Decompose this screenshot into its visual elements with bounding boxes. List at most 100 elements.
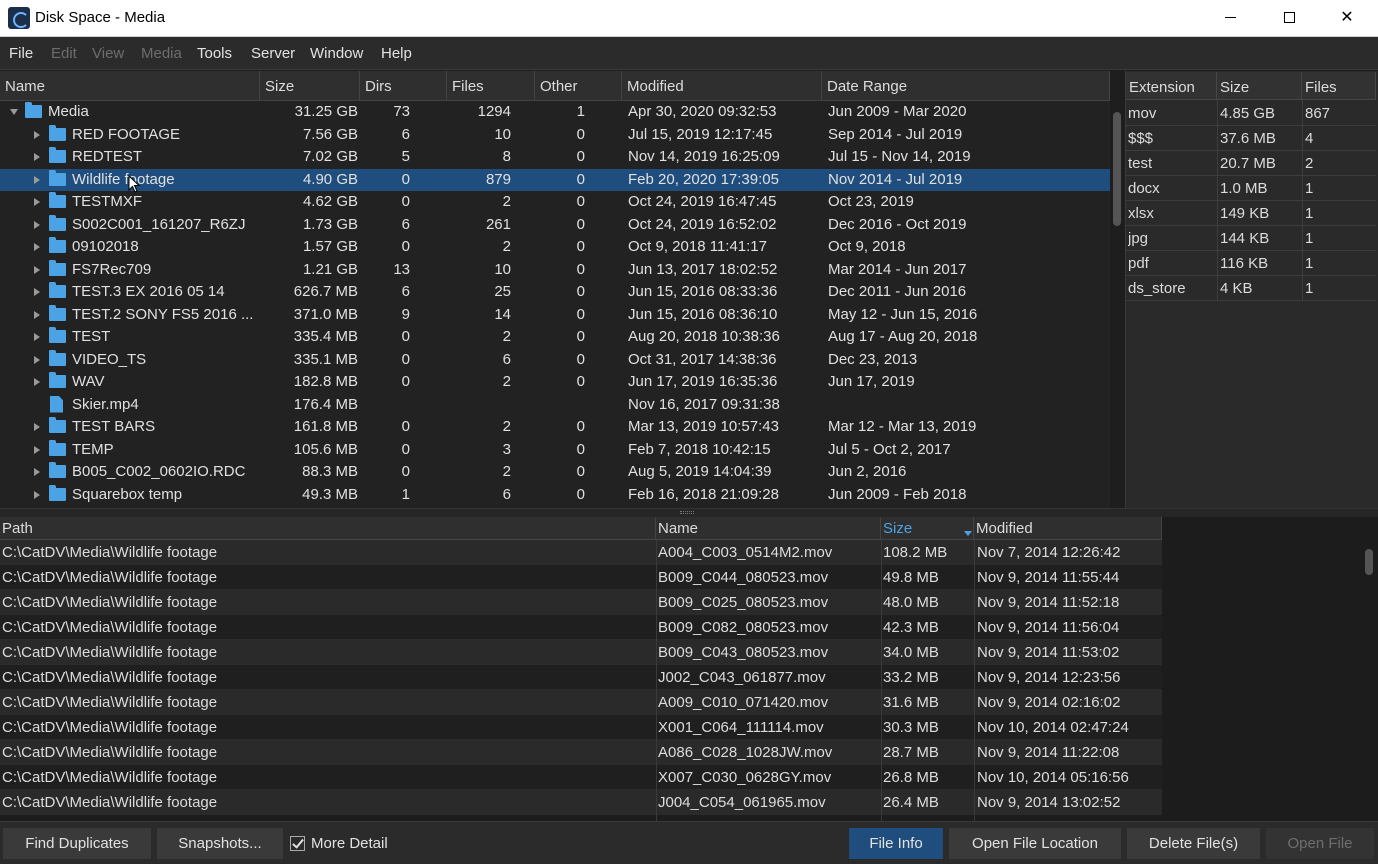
- minimize-button[interactable]: [1201, 0, 1259, 36]
- file-row[interactable]: C:\CatDV\Media\Wildlife footage A086_C028…: [0, 740, 1162, 765]
- tree-cell-other: 0: [576, 125, 585, 143]
- tree-cell-date-range: Aug 17 - Aug 20, 2018: [828, 328, 978, 345]
- expand-arrow-icon[interactable]: [34, 423, 40, 431]
- tree-row[interactable]: Skier.mp4 176.4 MB Nov 16, 2017 09:31:38: [0, 394, 1110, 417]
- expand-arrow-icon[interactable]: [34, 153, 40, 161]
- expand-arrow-icon[interactable]: [34, 243, 40, 251]
- extension-row[interactable]: ds_store 4 KB 1: [1126, 276, 1376, 301]
- tree-row[interactable]: WAV 182.8 MB 0 2 0 Jun 17, 2019 16:35:36 Jun 1…: [0, 371, 1110, 394]
- menu-tools[interactable]: Tools: [197, 45, 232, 62]
- tree-row[interactable]: Squarebox temp 49.3 MB 1 6 0 Feb 16, 2018 21:…: [0, 484, 1110, 507]
- file-row[interactable]: C:\CatDV\Media\Wildlife footage J004_C054…: [0, 790, 1162, 815]
- file-row[interactable]: C:\CatDV\Media\Wildlife footage X001_C064…: [0, 715, 1162, 740]
- delete-files-button[interactable]: Delete File(s): [1126, 827, 1261, 860]
- tree-row[interactable]: RED FOOTAGE 7.56 GB 6 10 0 Jul 15, 2019 12:17…: [0, 124, 1110, 147]
- column-header-other[interactable]: Other: [535, 71, 622, 101]
- tree-row[interactable]: S002C001_161207_R6ZJ 1.73 GB 6 261 0 Oct 24, …: [0, 214, 1110, 237]
- extension-row[interactable]: docx 1.0 MB 1: [1126, 176, 1376, 201]
- tree-row[interactable]: 09102018 1.57 GB 0 2 0 Oct 9, 2018 11:41:17 Oc…: [0, 236, 1110, 259]
- extension-row[interactable]: jpg 144 KB 1: [1126, 226, 1376, 251]
- column-header-dirs[interactable]: Dirs: [360, 71, 447, 101]
- column-header-name[interactable]: Name: [0, 71, 260, 101]
- expand-arrow-icon[interactable]: [34, 288, 40, 296]
- file-row[interactable]: C:\CatDV\Media\Wildlife footage A009_C010…: [0, 690, 1162, 715]
- column-header-path[interactable]: Path: [0, 517, 656, 540]
- menu-media[interactable]: Media: [141, 45, 182, 62]
- tree-row[interactable]: TEST.2 SONY FS5 2016 ... 371.0 MB 9 14 0 Jun …: [0, 304, 1110, 327]
- expand-arrow-icon[interactable]: [34, 468, 40, 476]
- file-list-scrollbar-thumb[interactable]: [1365, 549, 1373, 575]
- expand-arrow-icon[interactable]: [34, 175, 40, 184]
- file-list-scrollbar[interactable]: [1362, 517, 1376, 821]
- column-header-ext-files[interactable]: Files: [1302, 72, 1376, 100]
- file-row[interactable]: C:\CatDV\Media\Wildlife footage X007_C030…: [0, 765, 1162, 790]
- column-header-file-size[interactable]: Size: [881, 517, 974, 540]
- column-header-size[interactable]: Size: [260, 71, 360, 101]
- close-button[interactable]: ✕: [1318, 0, 1376, 36]
- tree-row[interactable]: FS7Rec709 1.21 GB 13 10 0 Jun 13, 2017 18:02:…: [0, 259, 1110, 282]
- snapshots-button[interactable]: Snapshots...: [156, 827, 284, 860]
- column-header-modified[interactable]: Modified: [622, 71, 822, 101]
- extension-row[interactable]: pdf 116 KB 1: [1126, 251, 1376, 276]
- file-row[interactable]: C:\CatDV\Media\Wildlife footage B009_C025…: [0, 590, 1162, 615]
- column-header-file-modified[interactable]: Modified: [974, 517, 1162, 540]
- menu-window[interactable]: Window: [310, 45, 363, 62]
- extension-row[interactable]: $$$ 37.6 MB 4: [1126, 126, 1376, 151]
- expand-arrow-icon[interactable]: [34, 378, 40, 386]
- extension-row[interactable]: mov 4.85 GB 867: [1126, 101, 1376, 126]
- tree-row[interactable]: TEST BARS 161.8 MB 0 2 0 Mar 13, 2019 10:57:4…: [0, 416, 1110, 439]
- expand-arrow-icon[interactable]: [34, 220, 40, 229]
- tree-row[interactable]: VIDEO_TS 335.1 MB 0 6 0 Oct 31, 2017 14:38:36…: [0, 349, 1110, 372]
- file-row[interactable]: C:\CatDV\Media\Wildlife footage A004_C003…: [0, 540, 1162, 565]
- more-detail-checkbox[interactable]: [290, 836, 305, 851]
- tree-scrollbar[interactable]: [1110, 100, 1124, 508]
- maximize-button[interactable]: [1260, 0, 1318, 36]
- tree-cell-dirs: 0: [401, 418, 410, 435]
- file-row[interactable]: C:\CatDV\Media\Wildlife footage J002_C043…: [0, 665, 1162, 690]
- column-divider: [881, 540, 882, 821]
- more-detail-label[interactable]: More Detail: [311, 835, 388, 852]
- open-file-button[interactable]: Open File: [1265, 827, 1375, 860]
- tree-row[interactable]: REDTEST 7.02 GB 5 8 0 Nov 14, 2019 16:25:09 Ju…: [0, 146, 1110, 169]
- file-row[interactable]: C:\CatDV\Media\Wildlife footage B009_C082…: [0, 615, 1162, 640]
- pane-splitter[interactable]: [0, 508, 1378, 517]
- file-cell-size: 34.0 MB: [883, 644, 939, 661]
- expand-arrow-icon[interactable]: [34, 130, 40, 139]
- column-header-extension[interactable]: Extension: [1126, 72, 1217, 100]
- expand-arrow-icon[interactable]: [34, 490, 40, 499]
- ext-cell-extension: ds_store: [1128, 280, 1186, 297]
- tree-row[interactable]: TEST.3 EX 2016 05 14 626.7 MB 6 25 0 Jun 15, …: [0, 281, 1110, 304]
- expand-arrow-icon[interactable]: [34, 355, 40, 364]
- collapse-arrow-icon[interactable]: [10, 109, 18, 115]
- extension-row[interactable]: xlsx 149 KB 1: [1126, 201, 1376, 226]
- tree-row[interactable]: B005_C002_0602IO.RDC 88.3 MB 0 2 0 Aug 5, 201…: [0, 461, 1110, 484]
- menu-server[interactable]: Server: [251, 45, 295, 62]
- open-file-location-button[interactable]: Open File Location: [948, 827, 1122, 860]
- expand-arrow-icon[interactable]: [34, 198, 40, 206]
- column-header-files[interactable]: Files: [447, 71, 535, 101]
- tree-cell-modified: Oct 9, 2018 11:41:17: [628, 238, 767, 255]
- menu-help[interactable]: Help: [381, 45, 412, 62]
- tree-scrollbar-thumb[interactable]: [1113, 112, 1121, 226]
- find-duplicates-button[interactable]: Find Duplicates: [2, 827, 152, 860]
- column-header-ext-size[interactable]: Size: [1217, 72, 1302, 100]
- tree-row[interactable]: TEST 335.4 MB 0 2 0 Aug 20, 2018 10:38:36 Aug …: [0, 326, 1110, 349]
- expand-arrow-icon[interactable]: [34, 265, 40, 274]
- file-info-button[interactable]: File Info: [848, 827, 944, 860]
- menu-view[interactable]: View: [92, 45, 124, 62]
- expand-arrow-icon[interactable]: [34, 333, 40, 341]
- column-header-date-range[interactable]: Date Range: [822, 71, 1110, 101]
- expand-arrow-icon[interactable]: [34, 310, 40, 319]
- file-row[interactable]: C:\CatDV\Media\Wildlife footage B009_C044…: [0, 565, 1162, 590]
- tree-row[interactable]: TESTMXF 4.62 GB 0 2 0 Oct 24, 2019 16:47:45 Oc…: [0, 191, 1110, 214]
- file-row[interactable]: C:\CatDV\Media\Wildlife footage B009_C043…: [0, 640, 1162, 665]
- folder-icon: [25, 102, 42, 118]
- extension-row[interactable]: test 20.7 MB 2: [1126, 151, 1376, 176]
- menu-edit[interactable]: Edit: [51, 45, 77, 62]
- tree-row[interactable]: TEMP 105.6 MB 0 3 0 Feb 7, 2018 10:42:15 Jul 5…: [0, 439, 1110, 462]
- tree-row[interactable]: Media 31.25 GB 73 1294 1 Apr 30, 2020 09:32:5…: [0, 101, 1110, 124]
- column-header-file-name[interactable]: Name: [656, 517, 881, 540]
- menu-file[interactable]: File: [9, 45, 33, 62]
- expand-arrow-icon[interactable]: [34, 445, 40, 454]
- tree-row[interactable]: Wildlife footage 4.90 GB 0 879 0 Feb 20, 2020…: [0, 168, 1110, 191]
